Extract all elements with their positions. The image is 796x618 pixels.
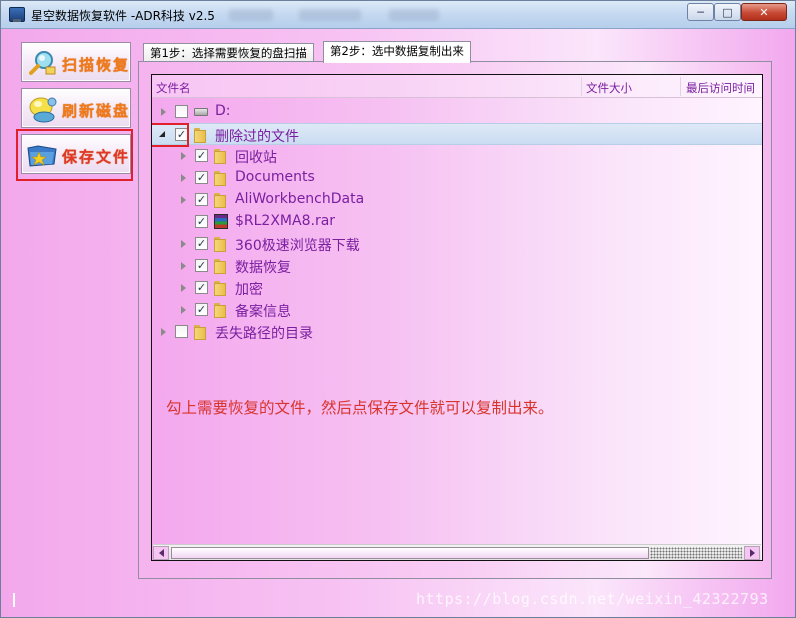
expand-arrow-icon[interactable]	[181, 196, 186, 204]
tree-row-documents[interactable]: ✓ Documents	[152, 167, 762, 189]
folder-icon	[214, 171, 228, 184]
expand-arrow-icon[interactable]	[161, 328, 166, 336]
scrollbar-gripper	[650, 547, 742, 559]
column-header-last-access[interactable]: 最后访问时间	[686, 80, 755, 96]
checkbox-checked[interactable]: ✓	[195, 193, 208, 206]
tree-row-deleted-files[interactable]: ✓ 删除过的文件	[152, 123, 762, 145]
blurred-menu-2	[299, 9, 361, 21]
file-tree[interactable]: 文件名 文件大小 最后访问时间 D: ✓ 删除过的文件 ✓ 回收站 ✓ Docu…	[151, 74, 763, 561]
checkbox-unchecked[interactable]	[175, 325, 188, 338]
title-bar[interactable]: 星空数据恢复软件 -ADR科技 v2.5 ─ □ ✕	[1, 1, 795, 29]
resize-grip	[13, 593, 18, 607]
tree-node-label: Documents	[235, 169, 315, 185]
tree-row-aliworkbench[interactable]: ✓ AliWorkbenchData	[152, 189, 762, 211]
folder-icon	[214, 303, 228, 316]
tree-node-label: $RL2XMA8.rar	[235, 213, 336, 229]
expand-arrow-icon[interactable]	[181, 152, 186, 160]
scroll-right-button[interactable]	[744, 546, 760, 560]
expand-arrow-icon[interactable]	[161, 108, 166, 116]
scan-recover-label: 扫描恢复	[62, 56, 131, 74]
tree-row-drive-d[interactable]: D:	[152, 101, 762, 123]
tree-row-encrypted[interactable]: ✓ 加密	[152, 277, 762, 299]
tree-row-data-recovery[interactable]: ✓ 数据恢复	[152, 255, 762, 277]
scrollbar-thumb[interactable]	[171, 547, 649, 559]
tree-node-label: 加密	[235, 282, 263, 298]
folder-icon	[194, 128, 208, 141]
checkbox-highlight	[152, 123, 189, 147]
checkbox-checked[interactable]: ✓	[195, 259, 208, 272]
blurred-menu-1	[229, 9, 273, 21]
tree-row-filing-info[interactable]: ✓ 备案信息	[152, 299, 762, 321]
minimize-button[interactable]: ─	[687, 3, 714, 21]
magnifier-scan-icon	[29, 51, 56, 75]
expand-arrow-icon[interactable]	[181, 284, 186, 292]
save-button-highlight	[16, 129, 133, 181]
folder-icon	[214, 259, 228, 272]
tab-step2-copy[interactable]: 第2步：选中数据复制出来	[323, 41, 471, 63]
tree-row-recycle-bin[interactable]: ✓ 回收站	[152, 145, 762, 167]
scan-recover-button[interactable]: 扫描恢复	[21, 42, 131, 82]
tab-step1-scan[interactable]: 第1步：选择需要恢复的盘扫描	[143, 43, 314, 63]
tree-node-label: 360极速浏览器下载	[235, 238, 360, 254]
refresh-disk-button[interactable]: 刷新磁盘	[21, 88, 131, 128]
app-monitor-icon	[9, 7, 25, 22]
folder-icon	[214, 149, 228, 162]
tree-header: 文件名 文件大小 最后访问时间	[152, 75, 762, 98]
checkbox-unchecked[interactable]	[175, 105, 188, 118]
expand-arrow-icon[interactable]	[181, 174, 186, 182]
expand-arrow-icon[interactable]	[181, 240, 186, 248]
column-header-size[interactable]: 文件大小	[586, 80, 632, 96]
folder-icon	[214, 237, 228, 250]
folder-icon	[214, 193, 228, 206]
tree-node-label: 备案信息	[235, 304, 291, 320]
watermark: https://blog.csdn.net/weixin_42322793	[416, 590, 769, 608]
tree-node-label: D:	[215, 103, 231, 119]
tree-row-lost-path-dirs[interactable]: 丢失路径的目录	[152, 321, 762, 343]
drive-icon	[194, 108, 208, 116]
checkbox-checked[interactable]: ✓	[195, 149, 208, 162]
refresh-disk-label: 刷新磁盘	[62, 102, 131, 120]
maximize-button[interactable]: □	[714, 3, 741, 21]
tree-row-rar-file[interactable]: ✓ $RL2XMA8.rar	[152, 211, 762, 233]
close-button[interactable]: ✕	[741, 3, 787, 21]
tree-node-label: 丢失路径的目录	[215, 326, 313, 342]
checkbox-checked[interactable]: ✓	[195, 303, 208, 316]
scroll-left-button[interactable]	[153, 546, 169, 560]
tree-node-label: AliWorkbenchData	[235, 191, 365, 207]
expand-arrow-icon[interactable]	[181, 262, 186, 270]
checkbox-checked[interactable]: ✓	[195, 215, 208, 228]
tree-node-label: 回收站	[235, 150, 277, 166]
folder-icon	[194, 325, 208, 338]
blurred-menu-3	[389, 9, 439, 21]
checkbox-checked[interactable]: ✓	[195, 237, 208, 250]
rar-archive-icon	[214, 214, 228, 229]
refresh-bulb-icon	[29, 97, 57, 123]
tree-node-label: 删除过的文件	[215, 129, 299, 145]
tree-row-360-downloads[interactable]: ✓ 360极速浏览器下载	[152, 233, 762, 255]
app-window: 星空数据恢复软件 -ADR科技 v2.5 ─ □ ✕ 扫描恢复 刷新磁盘 保存文…	[0, 0, 796, 618]
expand-arrow-icon[interactable]	[181, 306, 186, 314]
column-header-name[interactable]: 文件名	[156, 80, 191, 96]
horizontal-scrollbar[interactable]	[153, 544, 761, 560]
checkbox-checked[interactable]: ✓	[195, 281, 208, 294]
instruction-hint: 勾上需要恢复的文件，然后点保存文件就可以复制出来。	[166, 399, 554, 417]
tree-node-label: 数据恢复	[235, 260, 291, 276]
checkbox-checked[interactable]: ✓	[195, 171, 208, 184]
window-title: 星空数据恢复软件 -ADR科技 v2.5	[31, 9, 215, 23]
folder-icon	[214, 281, 228, 294]
